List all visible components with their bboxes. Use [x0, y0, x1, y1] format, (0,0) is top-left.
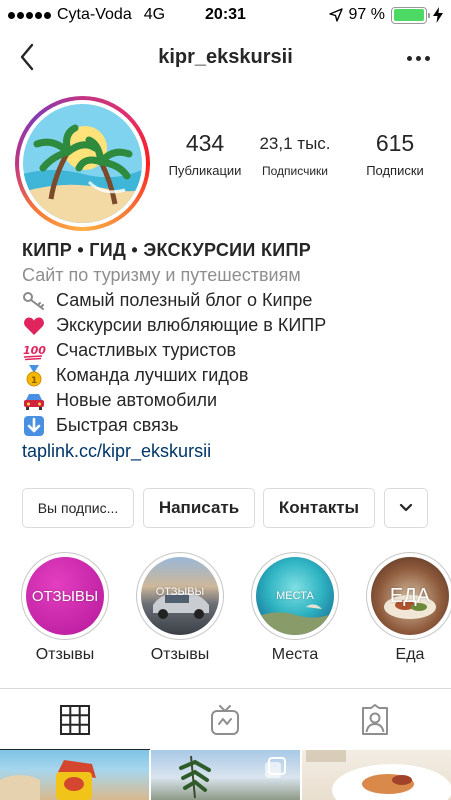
- profile-display-name: КИПР • ГИД • ЭКСКУРСИИ КИПР: [22, 240, 312, 260]
- followers-value: 23,1 тыс.: [259, 134, 331, 153]
- following-button[interactable]: Вы подпис...: [22, 488, 134, 528]
- contacts-button[interactable]: Контакты: [263, 488, 375, 528]
- chevron-down-icon: [399, 503, 413, 512]
- bio-line-text: Счастливых туристов: [56, 340, 237, 360]
- location-arrow-icon: [328, 8, 343, 22]
- message-button[interactable]: Написать: [143, 488, 255, 528]
- post-photo-icon: [306, 750, 451, 800]
- highlight-cover: ОТЗЫВЫ: [26, 557, 104, 635]
- bio-line-text: Быстрая связь: [56, 415, 179, 435]
- highlight-label: Еда: [395, 646, 425, 663]
- bio-line: 1 Команда лучших гидов: [22, 364, 442, 386]
- story-highlight-reviews[interactable]: ОТЗЫВЫ Отзывы: [21, 552, 109, 664]
- red-heart-icon: [22, 316, 46, 336]
- posts-label: Публикации: [168, 163, 242, 178]
- tab-igtv[interactable]: [150, 689, 300, 750]
- bio-line: Быстрая связь: [22, 415, 442, 436]
- tab-tagged[interactable]: [300, 689, 450, 750]
- following-label: Подписки: [366, 163, 424, 178]
- svg-text:1: 1: [31, 376, 37, 386]
- post-thumbnail[interactable]: [151, 750, 300, 800]
- status-bar: Cyta-Voda 4G 20:31 97 %: [0, 0, 451, 30]
- profile-content-tabs: [0, 688, 451, 750]
- battery-icon: [391, 6, 430, 24]
- posts-count[interactable]: 434 Публикации: [165, 130, 245, 178]
- carrier-name: Cyta-Voda: [57, 6, 132, 23]
- followers-label: Подписчики: [261, 164, 328, 178]
- avatar: [23, 104, 142, 223]
- bio-line-text: Самый полезный блог о Кипре: [56, 290, 313, 310]
- highlight-cover: ОТЗЫВЫ: [141, 557, 219, 635]
- bio-line: Новые автомобили: [22, 390, 442, 411]
- bio-line-text: Экскурсии влюбляющие в КИПР: [56, 315, 327, 335]
- story-highlight-places[interactable]: МЕСТА Места: [251, 552, 339, 664]
- beach-palm-icon: [23, 104, 142, 223]
- following-count[interactable]: 615 Подписки: [345, 130, 445, 178]
- tab-grid[interactable]: [0, 689, 150, 750]
- battery-percent: 97 %: [348, 6, 385, 23]
- bio-line-text: Команда лучших гидов: [56, 365, 249, 385]
- svg-text:100: 100: [23, 344, 46, 357]
- bio-line: Самый полезный блог о Кипре: [22, 290, 442, 311]
- bio-line: Экскурсии влюбляющие в КИПР: [22, 315, 442, 336]
- signal-strength-icon: [8, 11, 51, 19]
- profile-stats: 434 Публикации 23,1 тыс. Подписчики 615 …: [165, 130, 445, 178]
- car-icon: [22, 391, 46, 411]
- more-options-button[interactable]: [403, 46, 433, 70]
- highlight-cover-text: ЕДА: [389, 584, 431, 607]
- post-photo-icon: [179, 755, 286, 799]
- top-navigation: kipr_ekskursii: [0, 32, 451, 84]
- profile-username: kipr_ekskursii: [158, 46, 293, 68]
- network-type: 4G: [143, 6, 166, 23]
- profile-avatar-story-ring[interactable]: [15, 96, 150, 231]
- bio-website-link[interactable]: taplink.cc/kipr_ekskursii: [22, 441, 442, 462]
- igtv-icon: [211, 704, 239, 735]
- highlight-cover-text: ОТЗЫВЫ: [31, 587, 99, 605]
- highlight-label: Отзывы: [150, 646, 210, 663]
- key-icon: [22, 291, 46, 311]
- tagged-person-icon: [362, 703, 388, 735]
- followers-count[interactable]: 23,1 тыс. Подписчики: [245, 130, 345, 178]
- story-highlight-reviews-2[interactable]: ОТЗЫВЫ Отзывы: [136, 552, 224, 664]
- highlight-cover-text: ОТЗЫВЫ: [155, 586, 205, 598]
- bio-line-text: Новые автомобили: [56, 390, 218, 410]
- highlight-cover: ЕДА: [371, 557, 449, 635]
- posts-value: 434: [185, 130, 225, 156]
- charging-bolt-icon: [433, 7, 443, 23]
- down-arrow-icon: [22, 415, 46, 436]
- suggested-accounts-button[interactable]: [384, 488, 428, 528]
- story-highlight-food[interactable]: ЕДА Еда: [366, 552, 451, 664]
- bio-line: 100 Счастливых туристов: [22, 340, 442, 361]
- gold-medal-icon: 1: [22, 364, 46, 386]
- grid-icon: [60, 704, 90, 735]
- profile-bio: КИПР • ГИД • ЭКСКУРСИИ КИПР Сайт по тури…: [22, 240, 442, 462]
- following-value: 615: [375, 130, 415, 156]
- hundred-points-icon: 100: [22, 341, 46, 361]
- highlight-label: Места: [271, 646, 319, 663]
- highlight-cover: МЕСТА: [256, 557, 334, 635]
- highlight-cover-text: МЕСТА: [276, 590, 314, 602]
- highlight-label: Отзывы: [35, 646, 95, 663]
- post-thumbnail[interactable]: [302, 750, 451, 800]
- posts-grid: [0, 750, 451, 800]
- post-thumbnail[interactable]: [0, 750, 149, 800]
- post-photo-icon: [0, 760, 96, 800]
- profile-category: Сайт по туризму и путешествиям: [22, 265, 301, 285]
